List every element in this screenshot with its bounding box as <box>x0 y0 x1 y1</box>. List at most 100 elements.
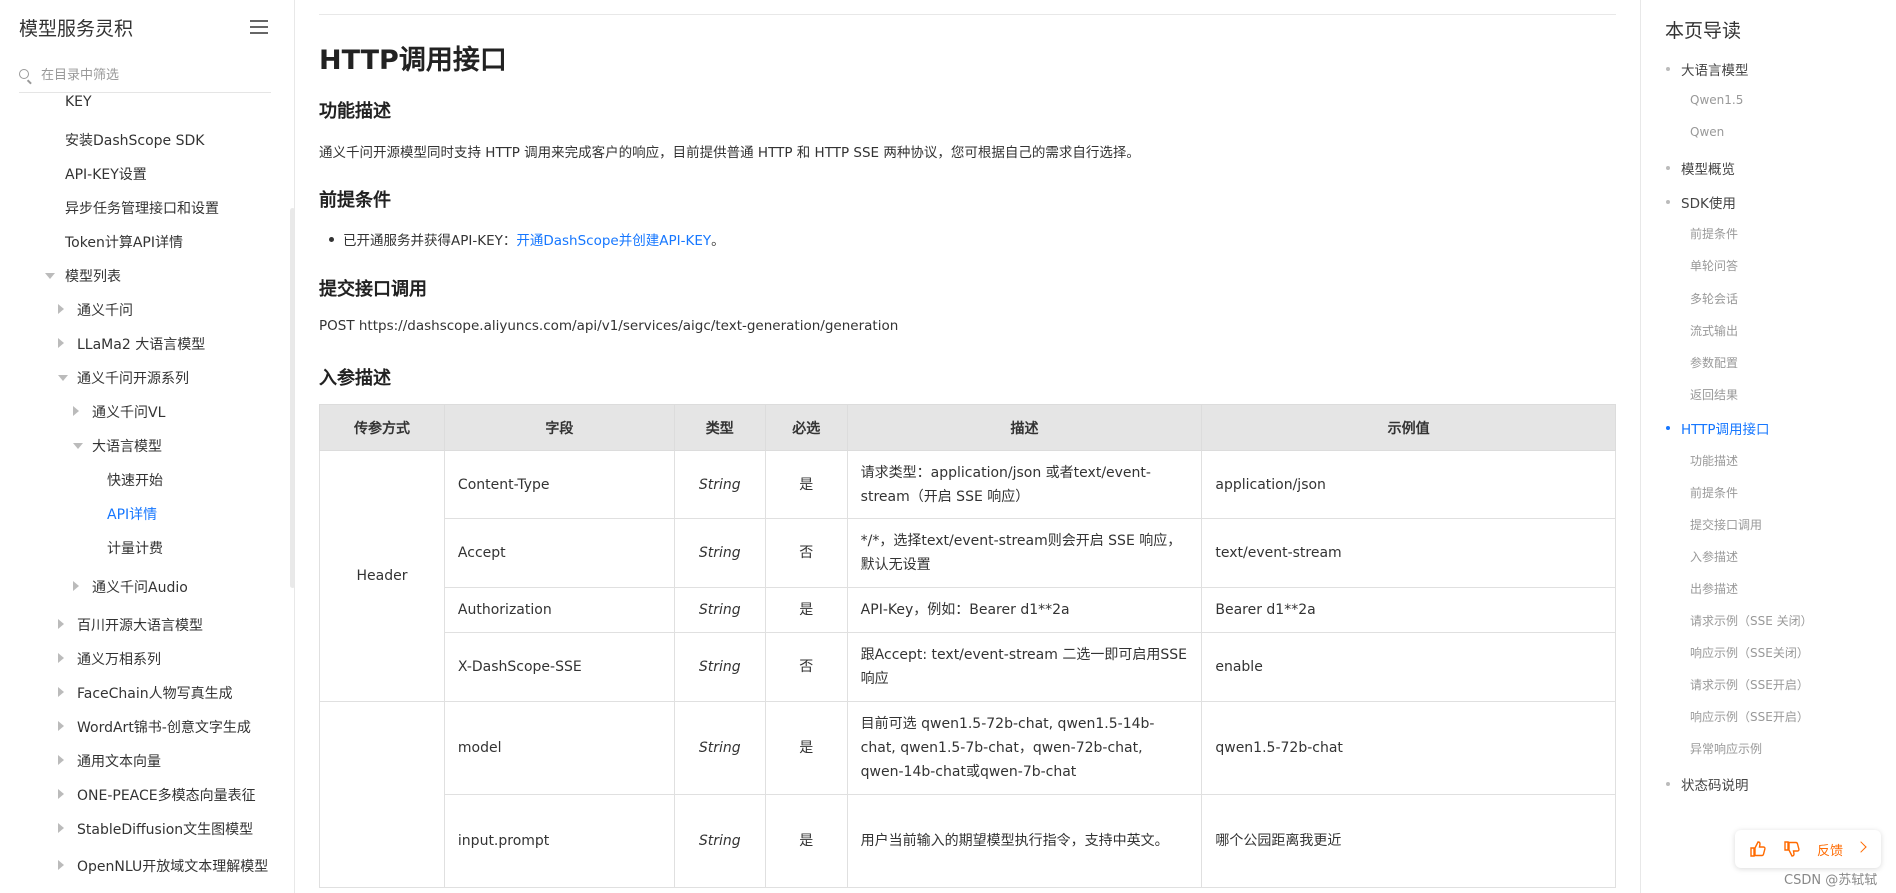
sidebar-item[interactable]: 通义千问Audio <box>73 577 188 597</box>
toc-item[interactable]: 单轮问答 <box>1690 257 1738 274</box>
caret-right-icon[interactable] <box>58 619 64 629</box>
menu-icon[interactable] <box>250 20 268 34</box>
caret-right-icon[interactable] <box>58 755 64 765</box>
sidebar-item-label: 通义千问Audio <box>92 580 188 596</box>
caret-down-icon[interactable] <box>45 273 55 279</box>
toc-item[interactable]: 多轮会话 <box>1690 290 1738 307</box>
sidebar-item[interactable]: 通义千问开源系列 <box>58 368 189 388</box>
toc-item[interactable]: Qwen1.5 <box>1690 93 1743 107</box>
toc-item[interactable]: 参数配置 <box>1690 354 1738 371</box>
caret-down-icon[interactable] <box>58 375 68 381</box>
sidebar-item-label: WordArt锦书-创意文字生成 <box>77 720 251 736</box>
section-title-pre: 前提条件 <box>319 190 391 211</box>
sidebar-item[interactable]: 通义千问VL <box>73 402 165 422</box>
sidebar-item[interactable]: ONE-PEACE多模态向量表征 <box>58 785 256 805</box>
open-dashscope-link[interactable]: 开通DashScope并创建API-KEY <box>516 233 711 249</box>
cell-required: 是 <box>764 794 848 888</box>
toc-item[interactable]: 模型概览 <box>1666 158 1735 178</box>
feedback-widget: 反馈 <box>1735 830 1881 868</box>
caret-right-icon[interactable] <box>58 653 64 663</box>
toc-item[interactable]: 出参描述 <box>1690 580 1738 597</box>
thumbs-up-icon[interactable] <box>1747 839 1767 859</box>
sidebar-item[interactable]: Token计算API详情 <box>65 232 183 252</box>
sidebar-item[interactable]: 模型列表 <box>45 266 121 286</box>
cell-example: enable <box>1201 632 1616 702</box>
caret-right-icon[interactable] <box>58 304 64 314</box>
sidebar-item[interactable]: 通义万相系列 <box>58 649 161 669</box>
caret-right-icon[interactable] <box>58 789 64 799</box>
pre-after: 。 <box>711 233 725 249</box>
cell-required: 否 <box>764 632 848 702</box>
caret-right-icon[interactable] <box>73 406 79 416</box>
sidebar-item[interactable]: OpenNLU开放域文本理解模型 <box>58 856 269 876</box>
sidebar-scrollbar[interactable] <box>290 208 294 588</box>
toc-item[interactable]: 状态码说明 <box>1666 774 1749 794</box>
sidebar-item[interactable]: 百川开源大语言模型 <box>58 615 203 635</box>
sidebar-item-label: StableDiffusion文生图模型 <box>77 822 254 838</box>
sidebar-item[interactable]: 快速开始 <box>107 470 163 490</box>
toc-item[interactable]: 响应示例（SSE关闭） <box>1690 644 1809 661</box>
sidebar-item[interactable]: 计量计费 <box>107 538 163 558</box>
toc-item[interactable]: 流式输出 <box>1690 322 1738 339</box>
cell-field: Content-Type <box>443 450 675 519</box>
toc-item[interactable]: HTTP调用接口 <box>1666 418 1770 438</box>
divider <box>319 14 1616 15</box>
cell-field: Accept <box>443 518 675 588</box>
sidebar-title: 模型服务灵积 <box>19 18 134 40</box>
toc-item[interactable]: 前提条件 <box>1690 225 1738 242</box>
toc-item[interactable]: SDK使用 <box>1666 192 1736 212</box>
cell-required: 否 <box>764 518 848 588</box>
toc-item[interactable]: 异常响应示例 <box>1690 740 1762 757</box>
caret-right-icon[interactable] <box>58 823 64 833</box>
sidebar-item[interactable]: 安装DashScope SDK <box>65 130 204 150</box>
toc-item[interactable]: 入参描述 <box>1690 548 1738 565</box>
caret-down-icon[interactable] <box>73 443 83 449</box>
cell-desc: 跟Accept: text/event-stream 二选一即可启用SSE响应 <box>846 632 1203 702</box>
func-description: 通义千问开源模型同时支持 HTTP 调用来完成客户的响应，目前提供普通 HTTP… <box>319 145 1140 161</box>
toc-item[interactable]: 功能描述 <box>1690 452 1738 469</box>
toc-item[interactable]: 响应示例（SSE开启） <box>1690 708 1809 725</box>
cell-type: String <box>673 587 766 633</box>
toc-item[interactable]: Qwen <box>1690 125 1724 139</box>
group-cell-body <box>319 701 445 888</box>
sidebar-item[interactable]: 通义千问 <box>58 300 133 320</box>
watermark: CSDN @苏轼轼 <box>1784 873 1878 888</box>
caret-right-icon[interactable] <box>58 860 64 870</box>
cell-field: Authorization <box>443 587 675 633</box>
sidebar-item[interactable]: 异步任务管理接口和设置 <box>65 198 219 218</box>
caret-right-icon[interactable] <box>58 687 64 697</box>
caret-right-icon[interactable] <box>58 721 64 731</box>
col-header: 必选 <box>764 404 848 451</box>
sidebar-item[interactable]: API-KEY设置 <box>65 164 147 184</box>
toc-item[interactable]: 请求示例（SSE 关闭） <box>1690 612 1813 629</box>
sidebar-item[interactable]: 通用文本向量 <box>58 751 161 771</box>
sidebar-item-label: FaceChain人物写真生成 <box>77 686 233 702</box>
toc-item[interactable]: 提交接口调用 <box>1690 516 1762 533</box>
col-header: 描述 <box>846 404 1203 451</box>
caret-right-icon[interactable] <box>73 581 79 591</box>
sidebar-item-label: OpenNLU开放域文本理解模型 <box>77 859 269 875</box>
sidebar-item-label: LLaMa2 大语言模型 <box>77 337 206 353</box>
sidebar-item[interactable]: KEY <box>65 94 92 110</box>
toc-item[interactable]: 前提条件 <box>1690 484 1738 501</box>
sidebar-item[interactable]: API详情 <box>107 504 157 524</box>
sidebar-item[interactable]: LLaMa2 大语言模型 <box>58 334 206 354</box>
bullet <box>329 237 334 242</box>
toc-item[interactable]: 大语言模型 <box>1666 59 1749 79</box>
feedback-button[interactable]: 反馈 <box>1817 840 1843 859</box>
cell-desc: API-Key，例如：Bearer d1**2a <box>846 587 1203 633</box>
chevron-right-icon[interactable] <box>1855 841 1867 853</box>
caret-right-icon[interactable] <box>58 338 64 348</box>
sidebar-item[interactable]: 大语言模型 <box>73 436 162 456</box>
cell-example: text/event-stream <box>1201 518 1616 588</box>
toc-item[interactable]: 请求示例（SSE开启） <box>1690 676 1809 693</box>
filter-input[interactable] <box>41 63 269 87</box>
sidebar-item-label: 快速开始 <box>107 473 163 489</box>
cell-example: Bearer d1**2a <box>1201 587 1616 633</box>
thumbs-down-icon[interactable] <box>1781 839 1801 859</box>
sidebar-item[interactable]: FaceChain人物写真生成 <box>58 683 233 703</box>
toc-item[interactable]: 返回结果 <box>1690 386 1738 403</box>
sidebar-item[interactable]: StableDiffusion文生图模型 <box>58 819 254 839</box>
sidebar-item-label: 通义千问开源系列 <box>77 371 189 387</box>
sidebar-item[interactable]: WordArt锦书-创意文字生成 <box>58 717 251 737</box>
